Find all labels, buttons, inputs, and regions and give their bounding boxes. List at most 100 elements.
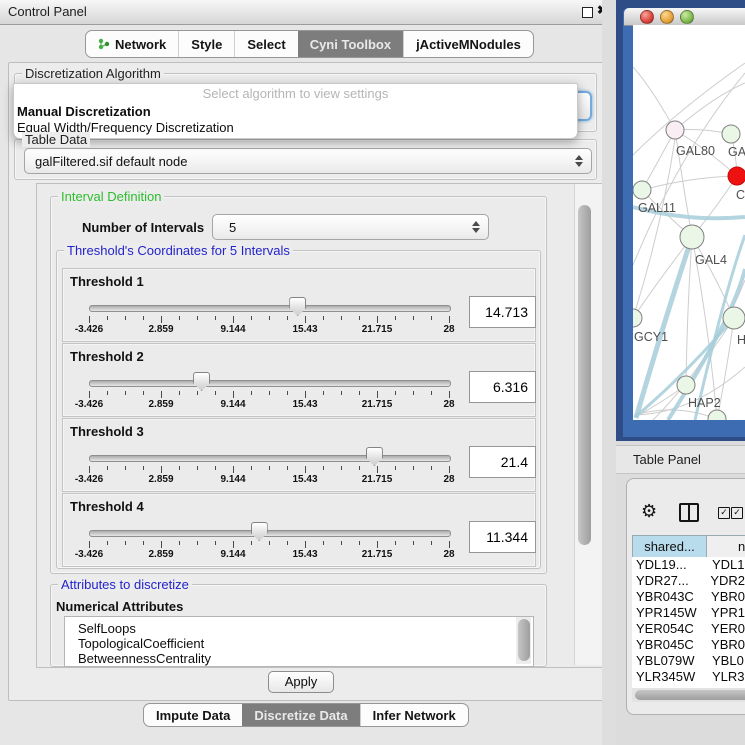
table-row[interactable]: YDR27...YDR2 xyxy=(632,573,745,589)
dropdown-option-manual-discretization[interactable]: Manual Discretization xyxy=(14,104,577,120)
checkbox-icon[interactable]: ✓ xyxy=(731,507,743,519)
tab-cyni-toolbox[interactable]: Cyni Toolbox xyxy=(298,31,403,57)
tab-label: Discretize Data xyxy=(254,703,347,727)
table-cell[interactable]: YER054C xyxy=(632,621,705,637)
threshold-value-input[interactable]: 21.4 xyxy=(469,446,536,478)
tab-network[interactable]: Network xyxy=(86,31,178,57)
split-columns-icon[interactable] xyxy=(679,503,699,522)
minimize-traffic-light-icon[interactable] xyxy=(660,10,674,24)
table-cell[interactable]: YLR345W xyxy=(632,669,706,685)
slider-tick xyxy=(431,391,432,395)
table-cell[interactable]: YPR145W xyxy=(632,605,705,621)
slider-track[interactable] xyxy=(89,455,451,462)
network-node-ga[interactable] xyxy=(722,125,740,143)
gear-icon[interactable]: ⚙ xyxy=(641,502,657,520)
network-node[interactable] xyxy=(708,410,726,420)
settings-scrollbar-thumb[interactable] xyxy=(578,205,591,545)
network-node-gal4[interactable] xyxy=(680,225,704,249)
restore-icon[interactable] xyxy=(582,7,593,18)
bottom-tab-impute-data[interactable]: Impute Data xyxy=(144,704,242,726)
attribute-item-betweennesscentrality[interactable]: BetweennessCentrality xyxy=(65,651,533,666)
slider-tick xyxy=(287,391,288,395)
numerical-attributes-list[interactable]: SelfLoopsTopologicalCoefficientBetweenne… xyxy=(64,616,534,667)
column-header-shared[interactable]: shared... xyxy=(632,535,707,558)
table-cell[interactable]: YDL19... xyxy=(632,557,706,573)
list-scrollbar-thumb[interactable] xyxy=(518,619,530,661)
slider-tick xyxy=(341,466,342,470)
slider-track[interactable] xyxy=(89,530,451,537)
table-row[interactable]: YBR045CYBR0 xyxy=(632,637,745,653)
bottom-tab-infer-network[interactable]: Infer Network xyxy=(360,704,468,726)
table-data-value: galFiltered.sif default node xyxy=(25,154,574,169)
number-of-intervals-spinner[interactable]: 5 xyxy=(212,214,489,240)
slider-tick xyxy=(413,391,414,395)
table-row[interactable]: YBL079WYBL0 xyxy=(632,653,745,669)
threshold-value-input[interactable]: 14.713 xyxy=(469,296,536,328)
column-header-name[interactable]: n xyxy=(706,535,745,558)
threshold-value-input[interactable]: 11.344 xyxy=(469,521,536,553)
network-canvas[interactable]: GAL80GACGAL11GAL4GCY1HHAP2 xyxy=(633,25,745,420)
tab-select[interactable]: Select xyxy=(234,31,297,57)
table-row[interactable]: YDL19...YDL1 xyxy=(632,557,745,573)
table-data-combobox[interactable]: galFiltered.sif default node xyxy=(24,148,592,174)
network-node-hap2[interactable] xyxy=(677,376,695,394)
slider-thumb[interactable] xyxy=(251,522,268,541)
table-cell[interactable]: YBR043C xyxy=(632,589,705,605)
table-hscrollbar-thumb[interactable] xyxy=(635,690,745,700)
control-panel-title: Control Panel xyxy=(8,4,87,19)
checkbox-icon[interactable]: ✓ xyxy=(718,507,730,519)
table-row[interactable]: YPR145WYPR1 xyxy=(632,605,745,621)
slider-tick xyxy=(359,541,360,545)
table-cell[interactable]: YPR1 xyxy=(705,605,745,621)
close-traffic-light-icon[interactable] xyxy=(640,10,654,24)
slider-tick xyxy=(269,541,270,545)
threshold-label: Threshold 1 xyxy=(70,274,144,289)
network-node-label: GAL4 xyxy=(695,253,727,267)
network-node-gal11[interactable] xyxy=(633,181,651,199)
network-node-gcy1[interactable] xyxy=(633,309,642,327)
slider-tick xyxy=(287,316,288,320)
panel-divider[interactable] xyxy=(602,0,616,745)
table-cell[interactable]: YBL0 xyxy=(706,653,744,669)
table-cell[interactable]: YBR0 xyxy=(705,637,745,653)
tab-style[interactable]: Style xyxy=(178,31,234,57)
table-cell[interactable]: YDR2 xyxy=(704,573,745,589)
table-hscrollbar-track[interactable] xyxy=(632,688,745,702)
table-row[interactable]: YER054CYER0 xyxy=(632,621,745,637)
slider-tick-label: -3.426 xyxy=(75,399,103,410)
slider-track[interactable] xyxy=(89,305,451,312)
slider-thumb[interactable] xyxy=(289,297,306,316)
number-of-intervals-label: Number of Intervals xyxy=(82,220,204,235)
attribute-item-selfloops[interactable]: SelfLoops xyxy=(65,621,533,636)
slider-tick xyxy=(125,316,126,320)
tab-jactivemnodules[interactable]: jActiveMNodules xyxy=(403,31,533,57)
table-row[interactable]: YBR043CYBR0 xyxy=(632,589,745,605)
attribute-item-topologicalcoefficient[interactable]: TopologicalCoefficient xyxy=(65,636,533,651)
slider-tick-label: -3.426 xyxy=(75,549,103,560)
zoom-traffic-light-icon[interactable] xyxy=(680,10,694,24)
network-node-h[interactable] xyxy=(723,307,745,329)
slider-tick xyxy=(413,316,414,320)
table-cell[interactable]: YER0 xyxy=(705,621,745,637)
table-cell[interactable]: YBR0 xyxy=(705,589,745,605)
threshold-value-input[interactable]: 6.316 xyxy=(469,371,536,403)
dropdown-option-equal-width-frequency-discretization[interactable]: Equal Width/Frequency Discretization xyxy=(14,120,577,136)
network-node-gal80[interactable] xyxy=(666,121,684,139)
table-cell[interactable]: YBL079W xyxy=(632,653,706,669)
table-row[interactable]: YLR345WYLR3 xyxy=(632,669,745,685)
slider-tick xyxy=(305,541,306,548)
slider-tick xyxy=(449,541,450,548)
slider-track[interactable] xyxy=(89,380,451,387)
table-cell[interactable]: YBR045C xyxy=(632,637,705,653)
network-node-label: HAP2 xyxy=(688,396,721,410)
slider-thumb[interactable] xyxy=(193,372,210,391)
slider-tick-label: 9.144 xyxy=(220,549,245,560)
apply-button[interactable]: Apply xyxy=(268,671,334,693)
slider-thumb[interactable] xyxy=(366,447,383,466)
table-cell[interactable]: YLR3 xyxy=(706,669,745,685)
table-cell[interactable]: YDL1 xyxy=(706,557,745,573)
slider-tick-label: 15.43 xyxy=(292,474,317,485)
bottom-tab-discretize-data[interactable]: Discretize Data xyxy=(242,704,359,726)
network-node-c[interactable] xyxy=(728,167,745,185)
table-cell[interactable]: YDR27... xyxy=(632,573,704,589)
